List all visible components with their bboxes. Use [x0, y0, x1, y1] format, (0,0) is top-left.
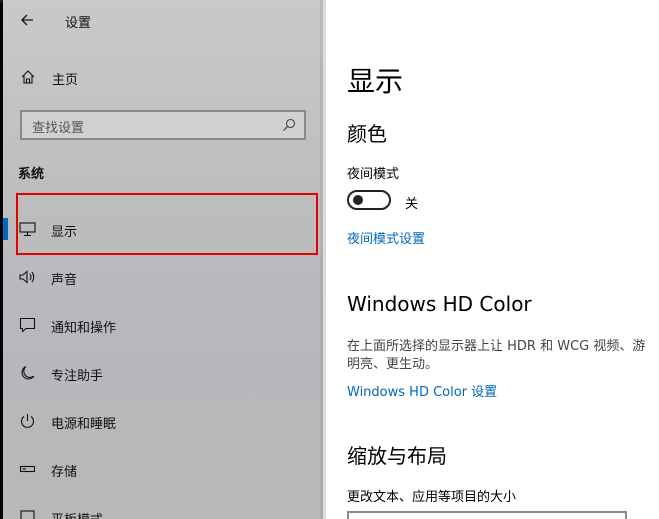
scale-label: 更改文本、应用等项目的大小 [347, 490, 517, 505]
settings-window: 设置 主页 查找设置 系统 显示 声音 通知和操作 专注助手 电源和睡眠 存储 … [3, 0, 659, 519]
sidebar-item-focus-assist[interactable]: 专注助手 [3, 349, 323, 397]
sidebar-item-label: 主页 [52, 73, 79, 88]
scale-heading: 缩放与布局 [347, 444, 447, 468]
sidebar-item-display[interactable]: 显示 [3, 205, 323, 253]
sidebar-item-label: 电源和睡眠 [51, 417, 117, 432]
hdr-description-line1: 在上面所选择的显示器上让 HDR 和 WCG 视频、游 [347, 339, 646, 354]
back-arrow-icon [21, 14, 33, 26]
night-mode-state: 关 [405, 197, 419, 212]
sidebar: 设置 主页 查找设置 系统 显示 声音 通知和操作 专注助手 电源和睡眠 存储 [3, 0, 323, 519]
power-icon [20, 414, 35, 428]
sidebar-item-label: 平板模式 [51, 509, 103, 519]
section-title: 系统 [18, 167, 45, 182]
color-heading: 颜色 [347, 122, 387, 146]
sidebar-item-label: 声音 [51, 273, 78, 288]
main-content: 显示 颜色 夜间模式 关 夜间模式设置 Windows HD Color 在上面… [326, 0, 659, 519]
hdr-settings-link[interactable]: Windows HD Color 设置 [347, 381, 497, 400]
hdr-description-line2: 明亮、更生动。 [347, 357, 439, 372]
night-mode-toggle[interactable] [347, 190, 391, 210]
night-mode-settings-link[interactable]: 夜间模式设置 [347, 228, 425, 247]
toggle-knob [353, 195, 363, 205]
monitor-icon [19, 222, 36, 237]
search-icon [283, 118, 296, 131]
nav-list: 显示 声音 通知和操作 专注助手 电源和睡眠 存储 [3, 205, 323, 519]
sidebar-item-power-sleep[interactable]: 电源和睡眠 [3, 397, 323, 445]
tablet-icon [20, 510, 35, 519]
sidebar-item-tablet-mode[interactable]: 平板模式 [3, 493, 323, 519]
storage-icon [19, 465, 36, 473]
search-input[interactable]: 查找设置 [20, 110, 306, 140]
hdr-heading: Windows HD Color [347, 292, 532, 316]
moon-icon [21, 365, 35, 380]
night-mode-label: 夜间模式 [347, 167, 400, 182]
page-title: 显示 [347, 65, 404, 98]
notification-icon [19, 317, 36, 333]
sidebar-item-storage[interactable]: 存储 [3, 445, 323, 493]
sidebar-item-label: 存储 [51, 465, 78, 480]
app-title: 设置 [65, 16, 92, 31]
speaker-icon [19, 270, 35, 284]
sidebar-item-label: 通知和操作 [51, 321, 117, 336]
sidebar-item-notifications[interactable]: 通知和操作 [3, 301, 323, 349]
home-icon [21, 70, 35, 84]
scale-dropdown[interactable] [347, 511, 627, 519]
sidebar-item-sound[interactable]: 声音 [3, 253, 323, 301]
back-button[interactable] [13, 8, 41, 32]
sidebar-item-label: 专注助手 [51, 369, 104, 384]
sidebar-item-home[interactable]: 主页 [3, 62, 323, 94]
sidebar-item-label: 显示 [51, 225, 78, 240]
search-placeholder: 查找设置 [32, 121, 85, 136]
title-bar: 设置 [3, 0, 323, 40]
